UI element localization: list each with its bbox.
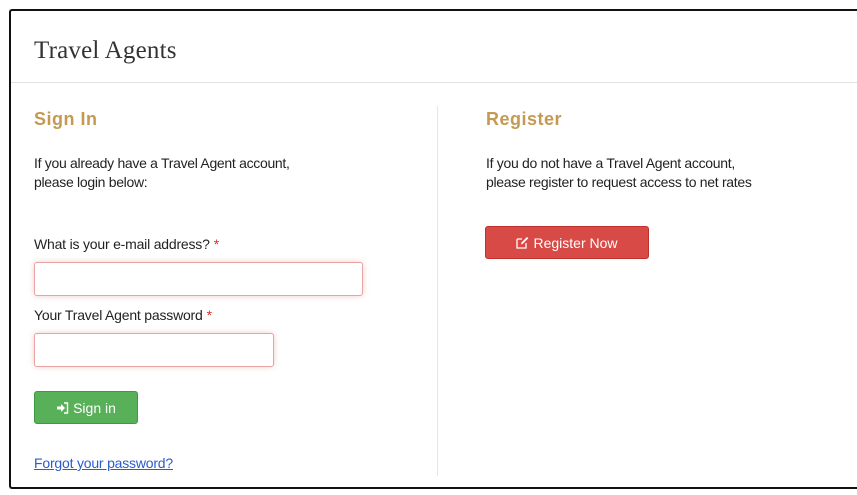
panel-title: Travel Agents bbox=[34, 37, 177, 64]
register-intro: If you do not have a Travel Agent accoun… bbox=[486, 154, 752, 192]
travel-agents-panel: Travel Agents Sign In If you already hav… bbox=[9, 9, 857, 489]
password-input[interactable] bbox=[34, 333, 274, 367]
password-label-text: Your Travel Agent password bbox=[34, 307, 203, 323]
password-required-mark: * bbox=[206, 307, 212, 323]
email-input[interactable] bbox=[34, 262, 363, 296]
edit-icon bbox=[516, 236, 529, 249]
register-now-label: Register Now bbox=[533, 234, 618, 251]
register-intro-line-1: If you do not have a Travel Agent accoun… bbox=[486, 155, 735, 171]
sign-in-intro: If you already have a Travel Agent accou… bbox=[34, 154, 290, 192]
register-title: Register bbox=[486, 109, 563, 129]
panel-header: Travel Agents bbox=[11, 11, 857, 83]
email-label: What is your e-mail address? * bbox=[34, 236, 219, 252]
register-now-button[interactable]: Register Now bbox=[485, 226, 649, 259]
sign-in-intro-line-2: please login below: bbox=[34, 174, 148, 190]
register-intro-line-2: please register to request access to net… bbox=[486, 174, 752, 190]
column-divider bbox=[437, 106, 438, 476]
sign-in-intro-line-1: If you already have a Travel Agent accou… bbox=[34, 155, 290, 171]
email-label-text: What is your e-mail address? bbox=[34, 236, 210, 252]
sign-in-button[interactable]: Sign in bbox=[34, 391, 138, 424]
sign-in-icon bbox=[56, 401, 69, 414]
sign-in-button-label: Sign in bbox=[73, 399, 116, 416]
email-required-mark: * bbox=[213, 236, 219, 252]
sign-in-title: Sign In bbox=[34, 109, 98, 129]
forgot-password-link[interactable]: Forgot your password? bbox=[34, 455, 173, 471]
password-label: Your Travel Agent password * bbox=[34, 307, 212, 323]
